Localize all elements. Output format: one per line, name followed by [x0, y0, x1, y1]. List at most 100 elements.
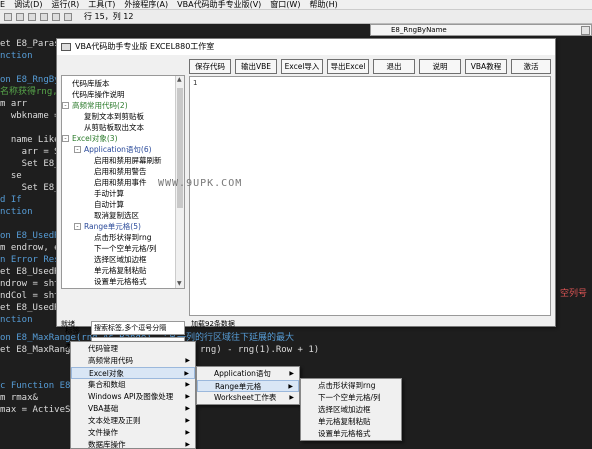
toolbar-button[interactable]: 退出	[373, 59, 415, 74]
tree-item[interactable]: 启用和禁用屏幕刷新	[94, 155, 162, 166]
submenu-arrow-icon: ▶	[289, 370, 294, 377]
menu-item[interactable]: 设置单元格格式	[301, 428, 401, 440]
tree-item[interactable]: Application语句(6)	[84, 144, 152, 155]
tree-item[interactable]: 设置单元格格式	[94, 276, 147, 287]
toolbar-icon[interactable]	[28, 13, 36, 21]
scroll-up-icon[interactable]: ▲	[177, 77, 183, 83]
code-text: m rmax&	[0, 393, 38, 403]
code-line: nction	[0, 314, 33, 326]
code-text: 名称获得rng,v	[0, 87, 64, 97]
menu-item[interactable]: 帮助(H)	[309, 0, 337, 9]
menu-item[interactable]: Application语句 ▶	[197, 368, 299, 380]
toolbar-button[interactable]: 说明	[419, 59, 461, 74]
menu-item[interactable]: 集合和数组 ▶	[71, 379, 195, 391]
toolbar-button[interactable]: 导出Excel	[327, 59, 369, 74]
tree-item[interactable]: 取消复制选区	[94, 210, 139, 221]
toolbar-button[interactable]: Excel导入	[281, 59, 323, 74]
tag-input-value: 搜索标签,多个逗号分隔	[94, 324, 167, 332]
toolbar-button[interactable]: 激活	[511, 59, 551, 74]
tree-item[interactable]: 单元格复制粘贴	[94, 265, 147, 276]
menu-item[interactable]: 选择区域加边框	[301, 404, 401, 416]
menu-item[interactable]: 调试(D)	[14, 0, 42, 9]
code-editor[interactable]: 1	[189, 76, 551, 316]
app-icon	[61, 43, 71, 51]
code-text: nction	[0, 51, 33, 61]
menu-item[interactable]: 工具(T)	[88, 0, 115, 9]
tree-item[interactable]: 点击形状得到rng	[94, 232, 151, 243]
menu-item[interactable]: Windows API及图像处理 ▶	[71, 391, 195, 403]
scroll-down-icon[interactable]: ▼	[177, 281, 183, 287]
menu-item[interactable]: Range单元格 ▶	[197, 380, 299, 392]
code-line: rng) - rng(1).Row + 1)	[200, 344, 319, 356]
expander-icon[interactable]: -	[62, 102, 69, 109]
menu-item[interactable]: Excel对象 ▶	[71, 367, 195, 379]
menu-item-label: 设置单元格格式	[318, 429, 371, 438]
menu-item[interactable]: E	[0, 0, 5, 9]
code-text: nction	[0, 207, 33, 217]
procedure-dropdown[interactable]: E8_RngByName	[370, 24, 592, 36]
menu-item[interactable]: VBA基础 ▶	[71, 403, 195, 415]
tag-search-input[interactable]: 搜索标签,多个逗号分隔	[91, 321, 185, 335]
menu-item[interactable]: 数据库操作 ▶	[71, 439, 195, 449]
submenu-arrow-icon: ▶	[185, 429, 190, 436]
tree-item[interactable]: Range单元格(5)	[84, 221, 141, 232]
tree-item[interactable]: 代码库操作说明	[72, 89, 125, 100]
submenu-arrow-icon: ▶	[185, 441, 190, 448]
menu-item-label: 点击形状得到rng	[318, 381, 376, 390]
tree-item[interactable]: 从剪贴板取出文本	[84, 122, 144, 133]
menu-item-label: 单元格复制粘贴	[318, 417, 371, 426]
code-line: on E8_UsedR	[0, 230, 60, 242]
tree-item[interactable]: 选择区域加边框	[94, 254, 147, 265]
submenu-arrow-icon: ▶	[185, 393, 190, 400]
tree-item[interactable]: Excel对象(3)	[72, 133, 118, 144]
scroll-thumb[interactable]	[177, 88, 183, 208]
tree-item[interactable]: 自动计算	[94, 199, 124, 210]
menu-item[interactable]: 窗口(W)	[270, 0, 300, 9]
code-text: et E8_Paras	[0, 39, 60, 49]
tree-item[interactable]: 启用和禁用警告	[94, 166, 147, 177]
menu-item[interactable]: 单元格复制粘贴	[301, 416, 401, 428]
procedure-name: E8_RngByName	[391, 26, 447, 34]
expander-icon[interactable]: -	[74, 146, 81, 153]
tree-item[interactable]: 复制文本到剪贴板	[84, 111, 144, 122]
toolbar-icon[interactable]	[64, 13, 72, 21]
toolbar-icon[interactable]	[4, 13, 12, 21]
toolbar-button[interactable]: VBA教程	[465, 59, 507, 74]
toolbar-icon[interactable]	[40, 13, 48, 21]
left-panel: ▲ ▼ 代码库版本 代码库操作说明 - 高频常用代码(2) 复制文本到剪贴板 从剪贴板取出…	[61, 75, 185, 351]
toolbar-icon[interactable]	[52, 13, 60, 21]
tree-item[interactable]: 代码库版本	[72, 78, 110, 89]
menu-item[interactable]: 代码管理	[71, 343, 195, 355]
menu-item[interactable]: 点击形状得到rng	[301, 380, 401, 392]
tree-item[interactable]: 启用和禁用事件	[94, 177, 147, 188]
menu-item[interactable]: 文本处理及正则 ▶	[71, 415, 195, 427]
menu-item[interactable]: 外接程序(A)	[124, 0, 168, 9]
code-text: se	[0, 171, 22, 181]
tree-item[interactable]: 下一个空单元格/列	[94, 243, 157, 254]
status-ready: 就绪	[61, 320, 75, 328]
menu-item[interactable]: 文件操作 ▶	[71, 427, 195, 439]
code-line: wbkname =	[0, 110, 60, 122]
toolbar-button[interactable]: 输出VBE	[235, 59, 277, 74]
chevron-down-icon[interactable]	[581, 26, 590, 35]
menu-item-label: 选择区域加边框	[318, 405, 371, 414]
toolbar-button[interactable]: 保存代码	[189, 59, 231, 74]
code-line: m endrow, e	[0, 242, 60, 254]
code-text: name Like	[0, 135, 60, 145]
menu-item[interactable]: 下一个空单元格/列	[301, 392, 401, 404]
toolbar-icon[interactable]	[16, 13, 24, 21]
menu-item-label: VBA基础	[88, 404, 119, 413]
menu-item-label: Excel对象	[89, 369, 124, 378]
menu-item[interactable]: 高频常用代码 ▶	[71, 355, 195, 367]
tree-item[interactable]: 手动计算	[94, 188, 124, 199]
menu-item[interactable]: 运行(R)	[51, 0, 79, 9]
expander-icon[interactable]: -	[62, 135, 69, 142]
code-line: se	[0, 170, 22, 182]
expander-icon[interactable]: -	[74, 223, 81, 230]
tree-item[interactable]: 高频常用代码(2)	[72, 100, 128, 111]
submenu-arrow-icon: ▶	[185, 357, 190, 364]
menu-item-label: Windows API及图像处理	[88, 392, 174, 401]
menu-item[interactable]: VBA代码助手专业版(V)	[177, 0, 261, 9]
code-line: nction	[0, 50, 33, 62]
menu-item[interactable]: Worksheet工作表 ▶	[197, 392, 299, 404]
